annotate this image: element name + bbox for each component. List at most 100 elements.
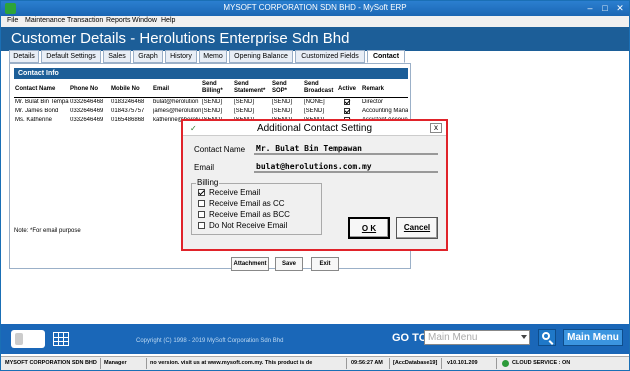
save-button[interactable]: Save (275, 257, 303, 271)
cell-statement: [SEND] (234, 108, 255, 114)
table-row[interactable]: Mr. Bulat Bin Tempa 0332646468 018324646… (14, 98, 408, 107)
status-bar: MYSOFT CORPORATION SDN BHD Manager no ve… (1, 356, 629, 370)
cell-phone: 0332646468 (70, 99, 104, 105)
receive-email-label: Receive Email (209, 188, 261, 197)
cell-mobile: 0184375757 (111, 108, 145, 114)
tab-memo[interactable]: Memo (199, 50, 227, 63)
chevron-down-icon (521, 335, 527, 339)
cell-remark: Director (362, 99, 384, 105)
ok-button[interactable]: O K (348, 217, 390, 239)
active-checkbox[interactable] (344, 99, 350, 105)
table-row[interactable]: Mr. James Bond 0332646469 0184375757 jam… (14, 107, 408, 116)
status-message: no version. visit us at www.mysoft.com.m… (150, 360, 313, 366)
status-cloud: CLOUD SERVICE : ON (512, 360, 571, 366)
search-icon (542, 332, 550, 340)
col-send-sop: Send SOP* (272, 81, 288, 94)
maximize-button[interactable]: □ (598, 2, 612, 14)
status-version: v10.101.209 (447, 360, 478, 366)
email-label: Email (194, 163, 215, 172)
cell-name: Mr. Bulat Bin Tempa (15, 99, 69, 105)
cell-broadcast: [SEND] (304, 108, 325, 114)
receive-email-bcc-checkbox[interactable] (198, 211, 205, 218)
col-send-billing: Send Billing* (202, 81, 223, 94)
tab-history[interactable]: History (165, 50, 197, 63)
tab-customized-fields[interactable]: Customized Fields (295, 50, 365, 63)
footer-bar: Copyright (C) 1998 - 2019 MySoft Corpora… (1, 324, 629, 354)
tab-sales[interactable]: Sales (103, 50, 131, 63)
cell-email: james@herolution (153, 108, 201, 114)
col-send-broadcast: Send Broadcast (304, 81, 334, 94)
tab-contact[interactable]: Contact (367, 50, 405, 63)
close-window-button[interactable]: ✕ (613, 2, 627, 14)
tab-graph[interactable]: Graph (133, 50, 163, 63)
page-title: Customer Details - Herolutions Enterpris… (11, 30, 350, 47)
tab-details[interactable]: Details (9, 50, 39, 63)
receive-email-cc-label: Receive Email as CC (209, 199, 285, 208)
search-button[interactable] (538, 329, 556, 346)
cell-phone: 0332646469 (70, 108, 104, 114)
email-note: Note: *For email purpose (14, 228, 81, 234)
active-checkbox[interactable] (344, 108, 350, 114)
erp-window: MYSOFT CORPORATION SDN BHD - MySoft ERP … (0, 0, 630, 371)
dialog-title-bar: ✓ Additional Contact Setting x (183, 121, 446, 136)
contact-name-label: Contact Name (194, 145, 246, 154)
status-database: [AccDatabase19] (393, 360, 438, 366)
cell-email: bulat@herolution (153, 99, 199, 105)
cell-name: Mr. James Bond (15, 108, 59, 114)
window-title: MYSOFT CORPORATION SDN BHD - MySoft ERP (223, 3, 407, 12)
page-header: Customer Details - Herolutions Enterpris… (1, 27, 629, 51)
tab-default-settings[interactable]: Default Settings (41, 50, 101, 63)
cell-remark: Accounting Mana (362, 108, 408, 114)
menu-bar: File Maintenance Transaction Reports Win… (1, 16, 629, 27)
goto-select-value: Main Menu (428, 332, 478, 343)
toggle-switch[interactable] (11, 330, 45, 348)
cell-sop: [SEND] (272, 99, 293, 105)
tab-opening-balance[interactable]: Opening Balance (229, 50, 293, 63)
menu-maintenance[interactable]: Maintenance (25, 17, 65, 24)
do-not-receive-email-checkbox[interactable] (198, 222, 205, 229)
col-active: Active (338, 86, 357, 92)
menu-help[interactable]: Help (161, 17, 175, 24)
title-bar: MYSOFT CORPORATION SDN BHD - MySoft ERP … (1, 1, 629, 16)
receive-email-bcc-label: Receive Email as BCC (209, 210, 290, 219)
goto-label: GO TO (392, 332, 428, 344)
contact-name-field[interactable]: Mr. Bulat Bin Tempawan (254, 143, 438, 155)
goto-select[interactable]: Main Menu (424, 330, 530, 345)
col-email: Email (153, 86, 170, 92)
menu-transaction[interactable]: Transaction (67, 17, 103, 24)
cell-name: Ms. Katherine (15, 117, 53, 123)
col-mobile-no: Mobile No (111, 86, 140, 92)
cell-broadcast: [NONE] (304, 99, 325, 105)
receive-email-checkbox[interactable] (198, 189, 205, 196)
do-not-receive-email-label: Do Not Receive Email (209, 221, 288, 230)
calculator-grid-icon[interactable] (53, 332, 69, 346)
dialog-close-button[interactable]: x (430, 123, 442, 133)
copyright-text: Copyright (C) 1998 - 2019 MySoft Corpora… (136, 338, 284, 344)
menu-window[interactable]: Window (132, 17, 157, 24)
cancel-button[interactable]: Cancel (396, 217, 438, 239)
cell-billing: [SEND] (202, 108, 223, 114)
col-contact-name: Contact Name (15, 86, 56, 92)
cell-billing: [SEND] (202, 99, 223, 105)
email-field[interactable]: bulat@herolutions.com.my (254, 161, 438, 173)
attachment-button[interactable]: Attachment (231, 257, 269, 271)
receive-email-cc-checkbox[interactable] (198, 200, 205, 207)
menu-reports[interactable]: Reports (106, 17, 131, 24)
status-time: 09:56:27 AM (351, 360, 383, 366)
dialog-title: Additional Contact Setting (256, 123, 373, 134)
col-remark: Remark (362, 86, 385, 92)
cell-sop: [SEND] (272, 108, 293, 114)
toggle-lever (15, 333, 23, 345)
contact-info-header: Contact Info (14, 68, 408, 79)
billing-group: Billing Receive Email Receive Email as C… (191, 178, 322, 235)
cell-phone: 0332646469 (70, 117, 104, 123)
col-send-statement: Send Statement* (234, 81, 266, 94)
main-menu-button[interactable]: Main Menu (563, 329, 623, 346)
status-company: MYSOFT CORPORATION SDN BHD (5, 360, 97, 366)
exit-button[interactable]: Exit (311, 257, 339, 271)
menu-file[interactable]: File (7, 17, 18, 24)
col-phone-no: Phone No (70, 86, 98, 92)
status-user: Manager (104, 360, 127, 366)
additional-contact-dialog: ✓ Additional Contact Setting x Contact N… (181, 119, 448, 251)
minimize-button[interactable]: – (583, 2, 597, 14)
